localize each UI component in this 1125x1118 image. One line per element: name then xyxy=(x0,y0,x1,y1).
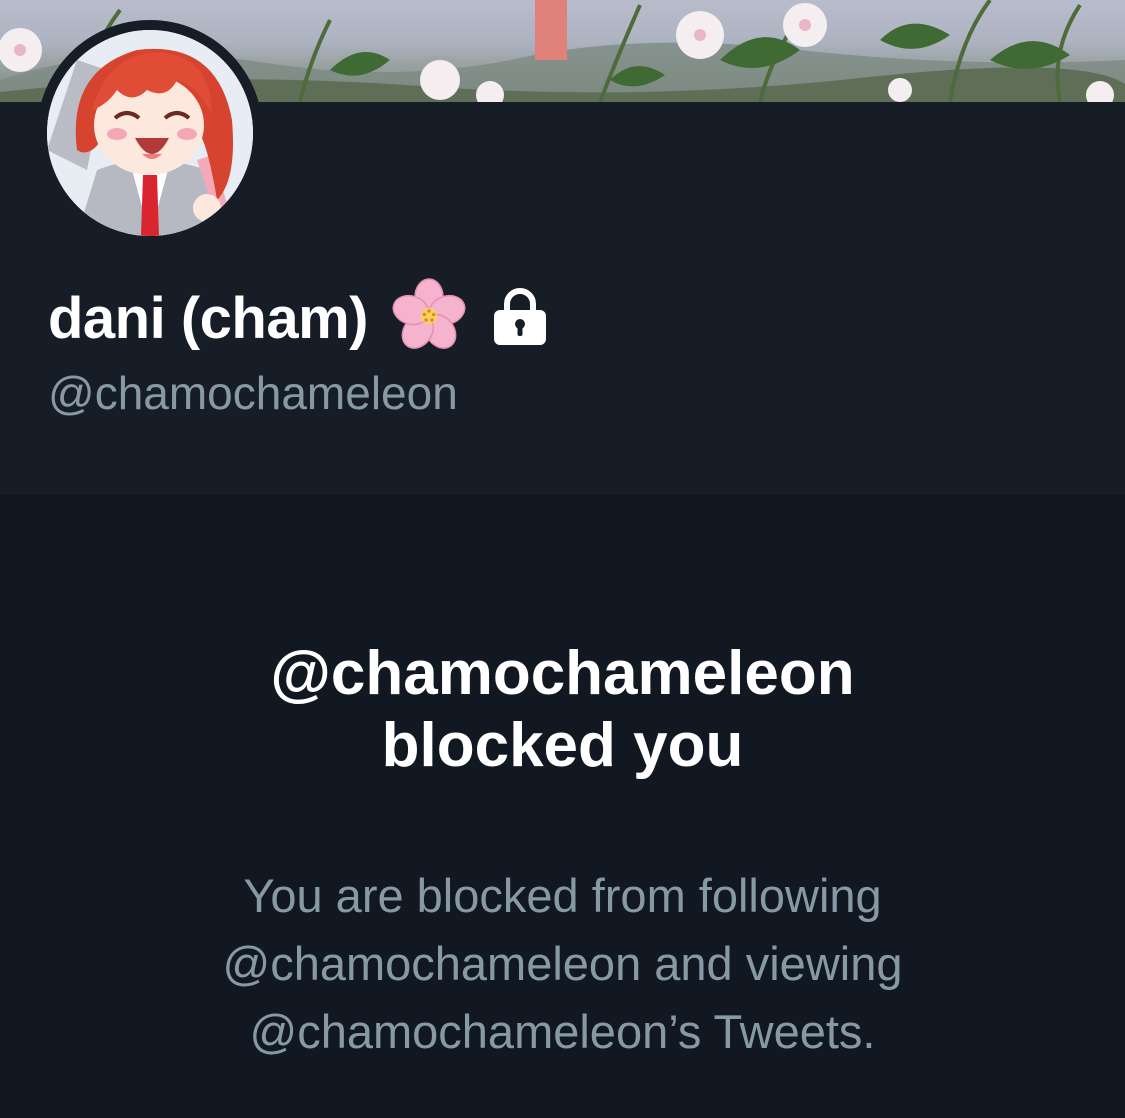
display-name: dani (cham) xyxy=(48,285,369,351)
profile-avatar[interactable] xyxy=(37,20,263,246)
avatar-image xyxy=(47,30,253,236)
lock-icon xyxy=(490,285,550,352)
blocked-description-line: @chamochameleon’s Tweets. xyxy=(249,1005,876,1058)
blocked-title-line: blocked you xyxy=(381,711,744,780)
display-name-row: dani (cham) xyxy=(48,277,550,360)
blocked-description-line: @chamochameleon and viewing xyxy=(222,937,903,990)
profile-handle: @chamochameleon xyxy=(48,367,458,419)
avatar-character-illustration xyxy=(47,30,253,236)
blocked-description-line: You are blocked from following xyxy=(243,869,882,922)
profile-page: dani (cham) @chamochameleon @chamochamel… xyxy=(0,0,1125,1118)
blocked-description: You are blocked from following @chamocha… xyxy=(0,862,1125,1066)
cherry-blossom-icon xyxy=(390,277,468,360)
blocked-title-line: @chamochameleon xyxy=(270,639,855,708)
blocked-title: @chamochameleon blocked you xyxy=(0,638,1125,782)
